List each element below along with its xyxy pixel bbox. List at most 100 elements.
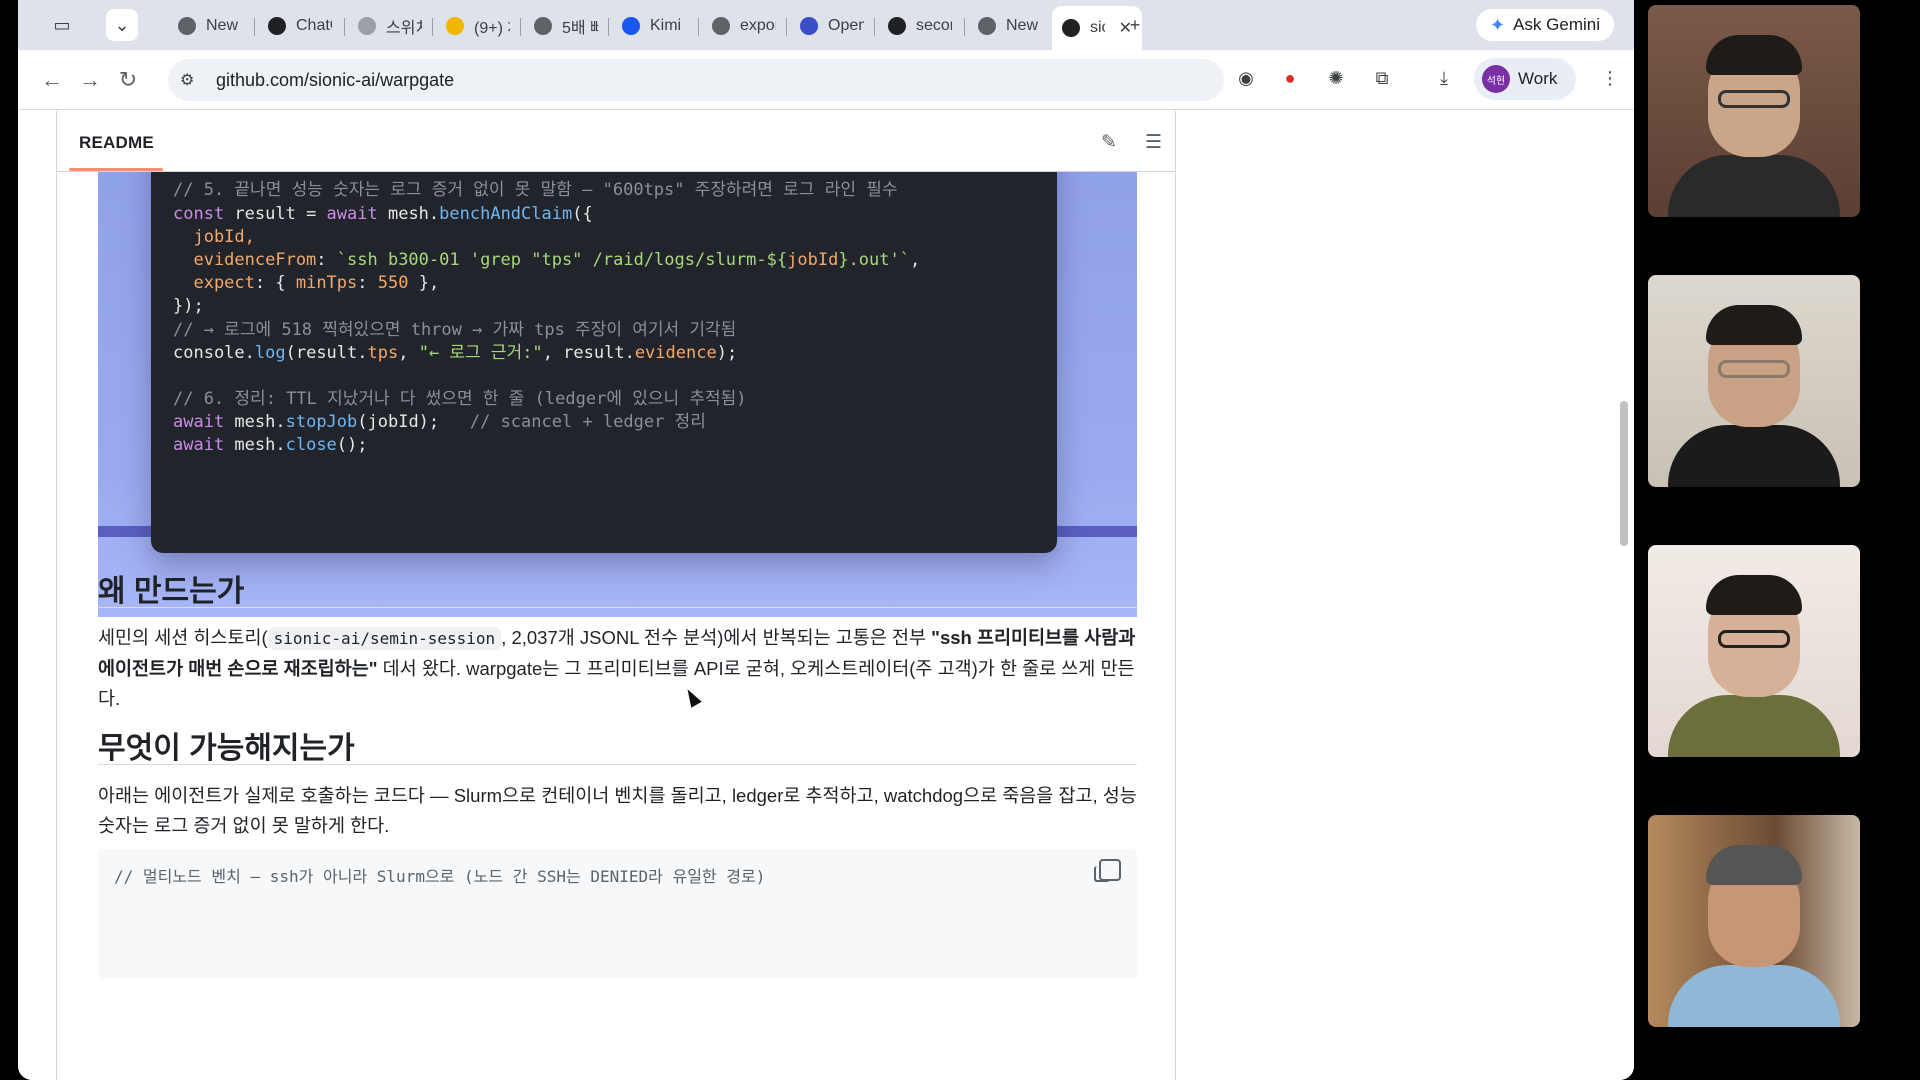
tab-1[interactable]: New Ta — [168, 8, 252, 44]
github-icon — [888, 17, 906, 35]
code-line: const result = await mesh.benchAndClaim(… — [173, 203, 920, 226]
code-token: log — [254, 342, 286, 363]
tab-title: New Ta — [1006, 17, 1042, 34]
arrow-right-icon: → — [79, 67, 101, 92]
copy-icon[interactable] — [1094, 859, 1121, 882]
extension-password-icon[interactable]: ◉ — [1234, 66, 1258, 90]
code-line: // → 로그에 518 찍혀있으면 throw → 가짜 tps 주장이 여기… — [173, 319, 920, 342]
extension-openai-icon[interactable]: ✺ — [1324, 66, 1348, 90]
tab-2[interactable]: ChatGI — [258, 8, 342, 44]
tab-title: ChatGI — [296, 17, 332, 34]
code-token: : { — [254, 273, 296, 294]
tab-strip: ▭ ⌄ New Ta ChatGI 스위치 (9+) 채 5배 빠 Kimi K expo… — [18, 0, 1634, 50]
extensions-puzzle-icon[interactable]: ⧉ — [1370, 66, 1394, 90]
code-token: await — [173, 435, 225, 456]
edit-pencil-icon[interactable]: ✎ — [1101, 131, 1117, 154]
code-line: // 5. 끝나면 성능 숫자는 로그 증거 없이 못 말함 — "600tps… — [173, 179, 920, 202]
para-text: , 2,037개 JSONL 전수 분석)에서 반복되는 고통은 전부 — [501, 627, 932, 648]
ask-gemini-button[interactable]: ✦ Ask Gemini — [1475, 9, 1614, 41]
code-line: evidenceFrom: `ssh b300-01 'grep "tps" /… — [173, 249, 920, 272]
tab-3[interactable]: 스위치 — [348, 8, 432, 44]
code-token: tps — [367, 342, 399, 363]
tab-separator — [964, 18, 965, 36]
profile-button[interactable]: 석현 Work — [1474, 58, 1576, 100]
tab-title: New Ta — [206, 17, 242, 34]
code-line: await mesh.close(); — [173, 434, 920, 457]
kimi-icon — [622, 17, 640, 35]
og-icon — [800, 17, 818, 35]
readme-header: README ✎ ☰ — [57, 111, 1175, 172]
code-token: , — [909, 249, 921, 270]
tab-7[interactable]: export — [702, 8, 786, 44]
code-token: ); — [716, 342, 738, 363]
tab-title: OpenC — [828, 17, 864, 34]
tab-10[interactable]: New Ta — [968, 8, 1052, 44]
address-bar[interactable]: ⚙ github.com/sionic-ai/warpgate — [168, 59, 1224, 101]
code-token: await — [326, 203, 378, 224]
tab-list-button[interactable]: ⌄ — [106, 9, 138, 41]
code-token: 550 — [377, 273, 409, 294]
openai-icon — [268, 17, 286, 35]
tab-title: (9+) 채 — [474, 20, 510, 37]
site-info-icon[interactable]: ⚙ — [180, 70, 206, 90]
inline-code-repo: sionic-ai/semin-session — [267, 627, 502, 650]
emoji-icon — [446, 17, 464, 35]
tab-title: sic — [1090, 19, 1105, 36]
tab-separator — [520, 18, 521, 36]
download-icon[interactable]: ⤓ — [1432, 66, 1456, 90]
tab-5[interactable]: 5배 빠 — [524, 8, 608, 44]
tab-separator — [698, 18, 699, 36]
code-token: `ssh b300-01 'grep "tps" /raid/logs/slur… — [336, 249, 788, 270]
readme-tab[interactable]: README — [79, 133, 154, 153]
tab-4[interactable]: (9+) 채 — [436, 8, 520, 44]
tab-separator — [432, 18, 433, 36]
code-token: mesh. — [224, 435, 286, 456]
tab-separator — [786, 18, 787, 36]
browser-window: ▭ ⌄ New Ta ChatGI 스위치 (9+) 채 5배 빠 Kimi K expo… — [18, 0, 1634, 1080]
code-token: , result. — [542, 342, 635, 363]
code-token: }); — [173, 296, 204, 317]
participant-tile — [1648, 5, 1860, 217]
kebab-menu-icon[interactable]: ⋮ — [1598, 66, 1622, 90]
code-token: // 6. 정리: TTL 지났거나 다 썼으면 한 줄 (ledger에 있으… — [173, 389, 747, 410]
new-tab-button[interactable]: + — [1120, 9, 1150, 41]
chrome-icon — [978, 17, 996, 35]
tab-title: export — [740, 17, 776, 34]
arrow-left-icon: ← — [41, 67, 63, 92]
forward-button[interactable]: → — [76, 66, 104, 94]
back-button[interactable]: ← — [38, 66, 66, 94]
page-content: README ✎ ☰ mesh.watchdog(job, { onDead: … — [18, 111, 1634, 1080]
code-token: close — [285, 435, 337, 456]
code-token: minTps — [295, 273, 358, 294]
code-terminal-image: mesh.watchdog(job, { onDead: "alert", ca… — [151, 134, 1057, 553]
page-scrollbar[interactable] — [1620, 401, 1628, 546]
code-token: // scancel + ledger 정리 — [469, 412, 706, 433]
code-line: // 6. 정리: TTL 지났거나 다 썼으면 한 줄 (ledger에 있으… — [173, 388, 920, 411]
code-block-line: // 멀티노드 벤치 — ssh가 아니라 Slurm으로 (노드 간 SSH는… — [114, 867, 766, 886]
tab-separator — [608, 18, 609, 36]
tab-9[interactable]: secon — [878, 8, 962, 44]
para-text: 세민의 세션 히스토리( — [98, 627, 268, 648]
code-token: ({ — [572, 203, 593, 224]
code-token: evidence — [634, 342, 717, 363]
reload-button[interactable]: ↻ — [114, 66, 142, 94]
section-title-what: 무엇이 가능해지는가 — [98, 732, 355, 765]
code-token: (); — [336, 435, 368, 456]
ask-gemini-label: Ask Gemini — [1513, 15, 1600, 34]
code-token: const — [173, 203, 225, 224]
extension-color-icon[interactable]: ● — [1278, 66, 1302, 90]
code-token: console. — [173, 342, 255, 363]
tab-6[interactable]: Kimi K — [612, 8, 696, 44]
code-token: , — [398, 342, 419, 363]
outline-list-icon[interactable]: ☰ — [1145, 131, 1162, 154]
tab-8[interactable]: OpenC — [790, 8, 874, 44]
tab-search-button[interactable]: ▭ — [40, 9, 84, 41]
code-line: await mesh.stopJob(jobId); // scancel + … — [173, 411, 920, 434]
code-token: // 5. 끝나면 성능 숫자는 로그 증거 없이 못 말함 — "600tps… — [173, 180, 898, 201]
code-token: // → 로그에 518 찍혀있으면 throw → 가짜 tps 주장이 여기… — [173, 319, 737, 340]
code-line: }); — [173, 295, 920, 318]
tab-title: secon — [916, 17, 952, 34]
plus-icon: + — [1129, 14, 1141, 35]
code-token: result = — [224, 203, 327, 224]
code-token: evidenceFrom — [173, 249, 317, 270]
